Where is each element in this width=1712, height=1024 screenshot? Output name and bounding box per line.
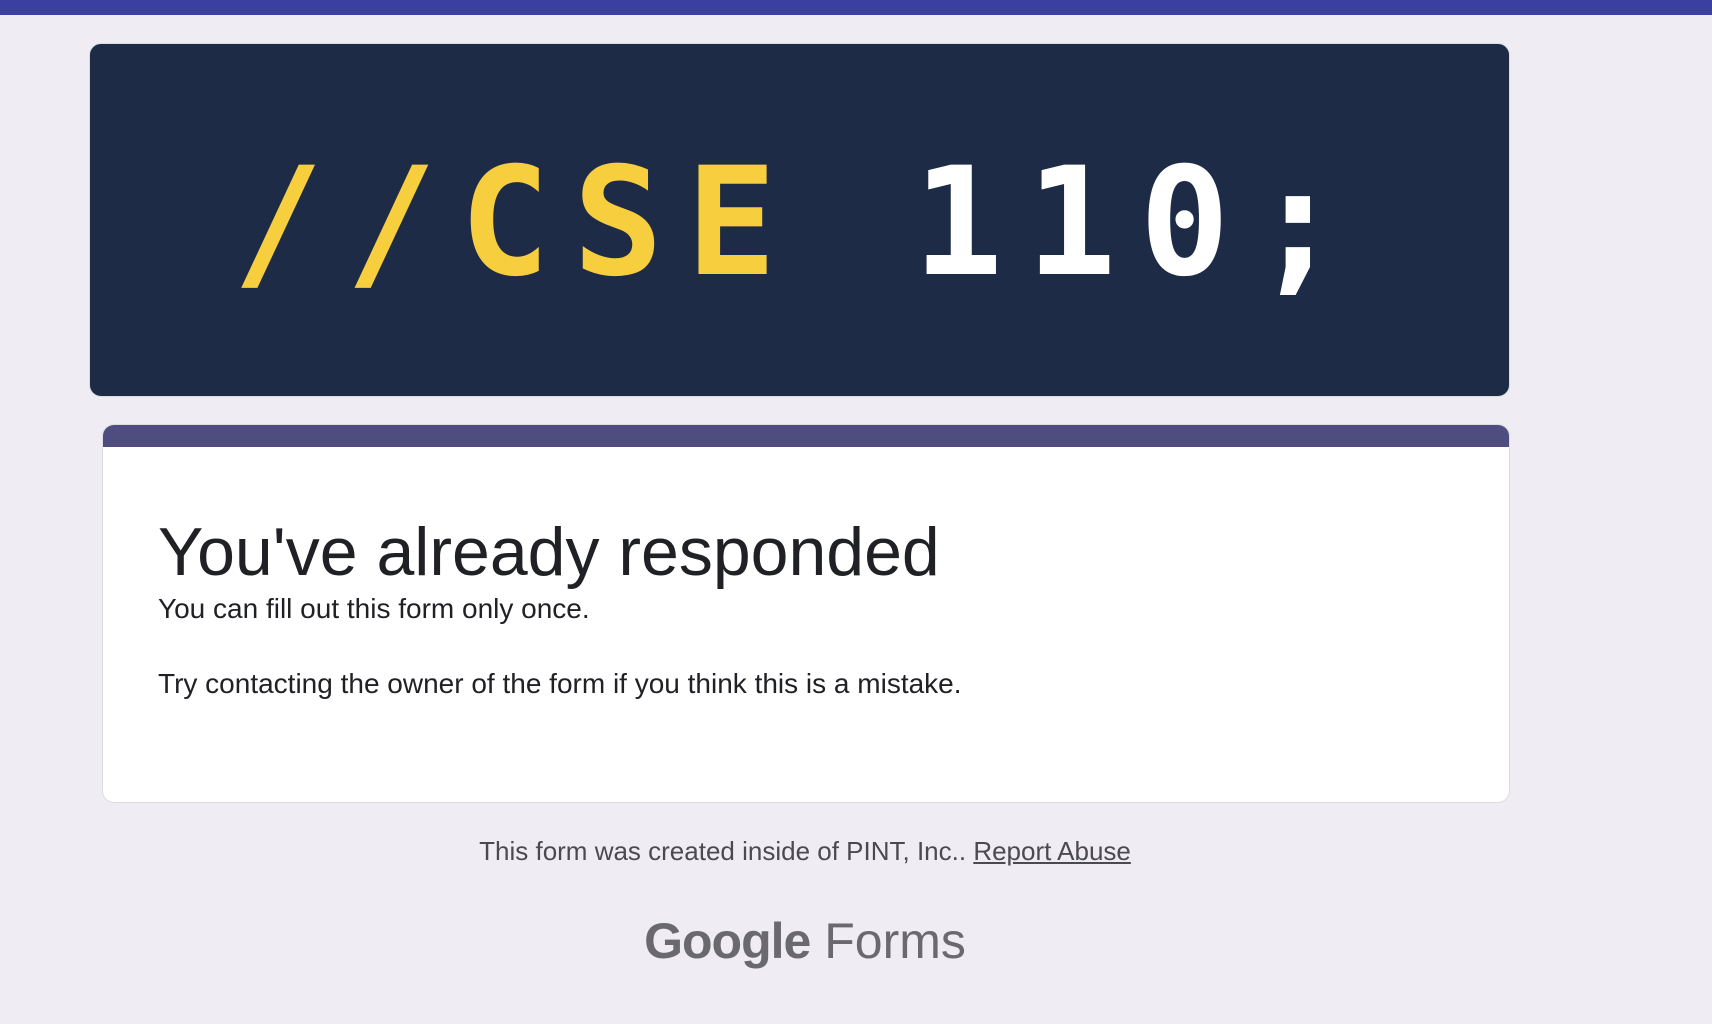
footer: This form was created inside of PINT, In… [0,836,1610,867]
logo-google: Google [644,913,811,969]
logo-forms: Forms [824,913,966,969]
response-card: You've already responded You can fill ou… [102,424,1510,803]
banner-title-number: 110; [912,136,1367,310]
top-accent-bar [0,0,1712,15]
footer-text: This form was created inside of PINT, In… [479,836,974,866]
form-header-banner: //CSE 110; [89,43,1510,397]
report-abuse-link[interactable]: Report Abuse [973,836,1131,866]
banner-title: //CSE 110; [233,136,1366,310]
banner-title-course: //CSE [232,136,913,310]
google-forms-logo[interactable]: Google Forms [0,912,1610,970]
card-accent-stripe [103,425,1509,447]
page-title: You've already responded [158,514,940,590]
message-once: You can fill out this form only once. [158,593,590,624]
message-contact-owner: Try contacting the owner of the form if … [158,668,962,699]
